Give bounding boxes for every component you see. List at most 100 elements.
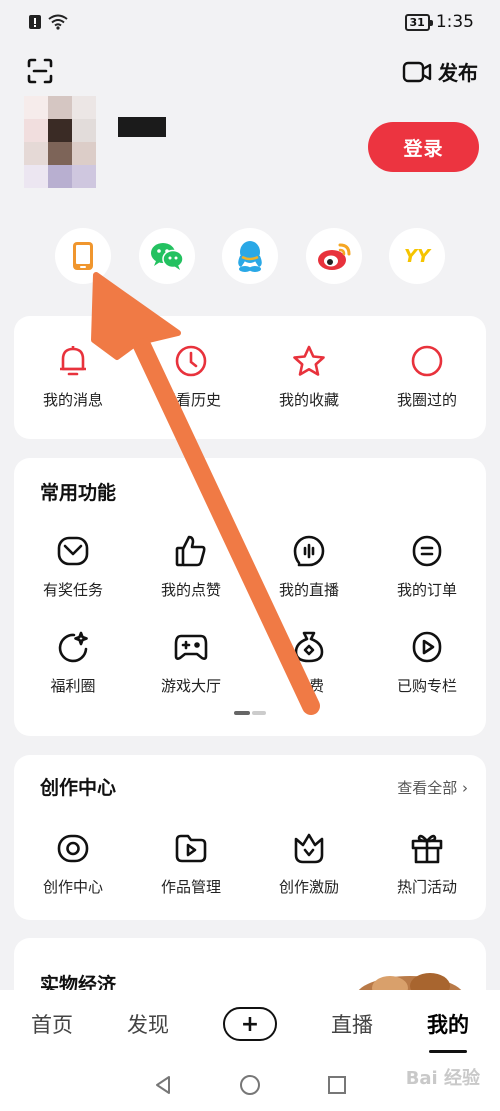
status-bar: 31 1:35 xyxy=(0,0,500,44)
camera-icon xyxy=(57,834,89,863)
purchased-icon xyxy=(412,631,442,663)
create-item-center[interactable]: 创作中心 xyxy=(14,829,132,897)
creation-row: 创作中心 作品管理 创作激励 热门活动 xyxy=(14,829,486,897)
publish-label: 发布 xyxy=(438,61,478,85)
qq-icon xyxy=(238,241,262,272)
create-item-events[interactable]: 热门活动 xyxy=(368,829,486,897)
login-button[interactable]: 登录 xyxy=(368,122,479,172)
top-row: 发布 xyxy=(0,55,500,89)
common-item-likes[interactable]: 我的点赞 xyxy=(132,532,250,600)
common-row-2: 福利圈 游戏大厅 话费 已购专栏 xyxy=(14,628,486,696)
creation-center-card: 创作中心 查看全部 › 创作中心 作品管理 创作激励 热门活动 xyxy=(14,755,486,920)
common-item-label: 福利圈 xyxy=(50,677,96,695)
live-icon xyxy=(293,535,325,567)
profile-section: 登录 xyxy=(0,96,500,196)
common-functions-title: 常用功能 xyxy=(40,482,117,504)
quick-access-row: 我的消息 观看历史 我的收藏 我圈过的 xyxy=(14,342,486,410)
create-item-works[interactable]: 作品管理 xyxy=(132,829,250,897)
common-item-orders[interactable]: 我的订单 xyxy=(368,532,486,600)
quick-item-label: 我圈过的 xyxy=(396,391,457,409)
username-redacted xyxy=(118,117,166,137)
alert-icon xyxy=(29,15,41,29)
clock-icon xyxy=(175,345,207,377)
quick-item-messages[interactable]: 我的消息 xyxy=(14,342,132,410)
tab-home[interactable]: 首页 xyxy=(31,1009,73,1039)
money-bag-icon xyxy=(294,631,324,663)
avatar[interactable] xyxy=(24,96,96,189)
common-item-phone-bill[interactable]: 话费 xyxy=(250,628,368,696)
quick-item-circled[interactable]: 我圈过的 xyxy=(368,342,486,410)
common-item-label: 我的订单 xyxy=(396,581,457,599)
video-camera-icon xyxy=(402,61,432,82)
task-icon xyxy=(57,536,89,566)
gift-icon xyxy=(411,834,443,864)
social-login-row: YY xyxy=(55,228,445,284)
wechat-login-button[interactable] xyxy=(138,228,195,284)
common-item-label: 有奖任务 xyxy=(42,581,103,599)
wechat-icon xyxy=(150,243,184,270)
circle-icon xyxy=(411,345,443,377)
common-item-game-hall[interactable]: 游戏大厅 xyxy=(132,628,250,696)
gamepad-icon xyxy=(174,634,208,660)
common-item-label: 我的点赞 xyxy=(160,581,221,599)
plus-icon: + xyxy=(240,1011,260,1037)
common-item-label: 话费 xyxy=(293,677,324,695)
quick-access-card: 我的消息 观看历史 我的收藏 我圈过的 xyxy=(14,316,486,439)
tab-live[interactable]: 直播 xyxy=(331,1009,373,1039)
status-time: 1:35 xyxy=(435,12,474,32)
page-dot xyxy=(252,711,266,715)
watermark: Bai 经验 xyxy=(405,1068,480,1089)
common-row-1: 有奖任务 我的点赞 我的直播 我的订单 xyxy=(14,532,486,600)
quick-item-favorites[interactable]: 我的收藏 xyxy=(250,342,368,410)
home-icon[interactable] xyxy=(239,1074,261,1096)
common-item-purchased[interactable]: 已购专栏 xyxy=(368,628,486,696)
bell-icon xyxy=(60,346,86,376)
page-indicator xyxy=(234,711,266,715)
weibo-icon xyxy=(317,243,350,270)
common-item-label: 已购专栏 xyxy=(396,677,457,695)
quick-item-history[interactable]: 观看历史 xyxy=(132,342,250,410)
create-item-label: 创作激励 xyxy=(278,878,339,896)
common-item-label: 我的直播 xyxy=(278,581,339,599)
yy-login-button[interactable]: YY xyxy=(389,228,445,284)
scan-button[interactable] xyxy=(26,57,54,85)
page-dot-active xyxy=(234,711,250,715)
yy-icon: YY xyxy=(403,245,431,267)
common-item-welfare[interactable]: 福利圈 xyxy=(14,628,132,696)
common-functions-card: 常用功能 有奖任务 我的点赞 我的直播 我的订单 福利圈 游戏大厅 话费 已购专… xyxy=(14,458,486,736)
view-all-link[interactable]: 查看全部 › xyxy=(397,777,468,798)
create-item-label: 创作中心 xyxy=(42,878,103,896)
crown-icon xyxy=(294,833,324,864)
quick-item-label: 观看历史 xyxy=(160,391,221,409)
wifi-icon xyxy=(48,14,68,30)
status-right: 31 1:35 xyxy=(404,12,474,32)
welfare-icon xyxy=(58,631,88,663)
tab-mine[interactable]: 我的 xyxy=(427,1009,469,1053)
create-post-button[interactable]: + xyxy=(223,1007,277,1041)
common-item-label: 游戏大厅 xyxy=(160,677,221,695)
create-item-label: 作品管理 xyxy=(160,878,221,896)
phone-icon xyxy=(73,242,93,270)
battery-indicator: 31 xyxy=(404,13,434,31)
view-all-label: 查看全部 xyxy=(397,779,458,797)
back-icon[interactable] xyxy=(152,1074,174,1096)
status-left xyxy=(28,14,68,30)
common-item-tasks[interactable]: 有奖任务 xyxy=(14,532,132,600)
creation-center-title: 创作中心 xyxy=(40,777,117,799)
publish-button[interactable]: 发布 xyxy=(402,57,478,86)
tab-discover[interactable]: 发现 xyxy=(127,1009,169,1039)
bottom-tab-bar: 首页 发现 + 直播 我的 xyxy=(0,990,500,1058)
recents-icon[interactable] xyxy=(326,1074,348,1096)
order-icon xyxy=(412,535,442,567)
quick-item-label: 我的消息 xyxy=(42,391,103,409)
folder-play-icon xyxy=(175,834,207,863)
thumbs-up-icon xyxy=(175,535,206,567)
common-item-live[interactable]: 我的直播 xyxy=(250,532,368,600)
weibo-login-button[interactable] xyxy=(305,228,362,284)
create-item-incentive[interactable]: 创作激励 xyxy=(250,829,368,897)
scan-icon xyxy=(27,58,53,84)
create-item-label: 热门活动 xyxy=(396,878,457,896)
star-icon xyxy=(293,345,325,376)
qq-login-button[interactable] xyxy=(222,228,278,284)
phone-login-button[interactable] xyxy=(55,228,111,284)
